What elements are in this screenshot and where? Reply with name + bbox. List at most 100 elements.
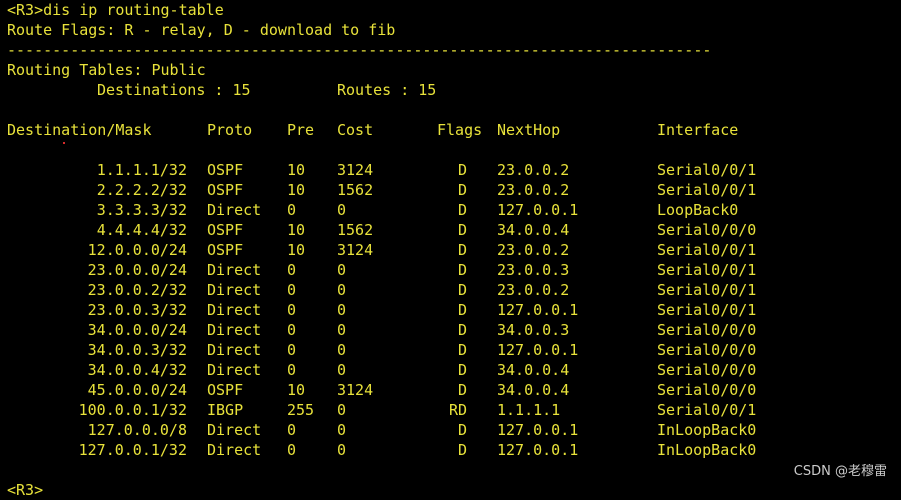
- route-pre: 0: [287, 341, 297, 359]
- route-flags: D: [457, 341, 467, 359]
- route-cost: 0: [337, 261, 347, 279]
- route-proto: OSPF: [207, 181, 244, 199]
- route-pre: 0: [287, 361, 297, 379]
- route-nexthop: 127.0.0.1: [497, 441, 579, 459]
- route-interface: Serial0/0/0: [657, 321, 757, 339]
- route-flags-line: Route Flags: R - relay, D - download to …: [7, 21, 396, 39]
- route-cost: 0: [337, 361, 347, 379]
- route-flags: D: [457, 281, 467, 299]
- route-flags: D: [457, 301, 467, 319]
- final-prompt: <R3>: [7, 481, 44, 499]
- route-pre: 0: [287, 301, 297, 319]
- route-pre: 10: [287, 221, 306, 239]
- route-proto: Direct: [207, 341, 262, 359]
- route-flags: D: [457, 361, 467, 379]
- route-proto: IBGP: [207, 401, 244, 419]
- route-proto: OSPF: [207, 221, 244, 239]
- route-interface: Serial0/0/1: [657, 301, 757, 319]
- routes-count: Routes : 15: [337, 81, 437, 99]
- header-flags: Flags: [437, 121, 483, 139]
- route-interface: Serial0/0/0: [657, 361, 757, 379]
- route-interface: Serial0/0/1: [657, 281, 757, 299]
- route-cost: 3124: [337, 161, 374, 179]
- route-nexthop: 34.0.0.4: [497, 221, 570, 239]
- route-proto: Direct: [207, 261, 262, 279]
- route-nexthop: 34.0.0.3: [497, 321, 570, 339]
- route-cost: 0: [337, 301, 347, 319]
- route-cost: 3124: [337, 241, 374, 259]
- route-flags: D: [457, 421, 467, 439]
- route-nexthop: 127.0.0.1: [497, 341, 579, 359]
- route-flags: D: [457, 381, 467, 399]
- route-interface: Serial0/0/0: [657, 341, 757, 359]
- route-interface: InLoopBack0: [657, 421, 757, 439]
- route-proto: OSPF: [207, 241, 244, 259]
- route-cost: 3124: [337, 381, 374, 399]
- route-destination: 4.4.4.4/32: [96, 221, 187, 239]
- header-nexthop: NextHop: [497, 121, 561, 139]
- route-proto: Direct: [207, 201, 262, 219]
- route-destination: 34.0.0.4/32: [87, 361, 187, 379]
- route-flags: D: [457, 221, 467, 239]
- route-flags: D: [457, 241, 467, 259]
- route-pre: 10: [287, 181, 306, 199]
- route-destination: 2.2.2.2/32: [96, 181, 187, 199]
- route-interface: Serial0/0/1: [657, 261, 757, 279]
- header-destination-mask: Destination/Mask: [7, 121, 152, 139]
- route-cost: 0: [337, 441, 347, 459]
- route-pre: 0: [287, 421, 297, 439]
- route-cost: 0: [337, 201, 347, 219]
- route-interface: Serial0/0/0: [657, 381, 757, 399]
- route-nexthop: 23.0.0.2: [497, 161, 570, 179]
- route-proto: OSPF: [207, 161, 244, 179]
- route-flags: D: [457, 181, 467, 199]
- route-nexthop: 34.0.0.4: [497, 381, 570, 399]
- route-interface: Serial0/0/1: [657, 181, 757, 199]
- route-proto: Direct: [207, 321, 262, 339]
- route-cost: 0: [337, 341, 347, 359]
- route-flags: D: [457, 261, 467, 279]
- route-pre: 0: [287, 201, 297, 219]
- route-proto: Direct: [207, 361, 262, 379]
- route-destination: 23.0.0.3/32: [87, 301, 187, 319]
- destinations-count: Destinations : 15: [97, 81, 251, 99]
- header-cost: Cost: [337, 121, 374, 139]
- route-destination: 1.1.1.1/32: [96, 161, 187, 179]
- route-pre: 255: [287, 401, 315, 419]
- route-interface: InLoopBack0: [657, 441, 757, 459]
- route-destination: 23.0.0.2/32: [87, 281, 187, 299]
- cursor-mark: [63, 142, 65, 144]
- route-nexthop: 127.0.0.1: [497, 201, 579, 219]
- route-cost: 1562: [337, 181, 374, 199]
- route-destination: 45.0.0.0/24: [87, 381, 187, 399]
- route-flags: D: [457, 441, 467, 459]
- route-flags: D: [457, 321, 467, 339]
- route-pre: 10: [287, 381, 306, 399]
- route-cost: 0: [337, 401, 347, 419]
- route-nexthop: 23.0.0.2: [497, 281, 570, 299]
- route-destination: 100.0.0.1/32: [78, 401, 187, 419]
- route-proto: Direct: [207, 441, 262, 459]
- route-proto: Direct: [207, 301, 262, 319]
- route-flags: D: [457, 201, 467, 219]
- separator-line: ----------------------------------------…: [7, 41, 712, 59]
- route-cost: 0: [337, 281, 347, 299]
- route-interface: Serial0/0/1: [657, 161, 757, 179]
- route-pre: 10: [287, 161, 306, 179]
- route-cost: 0: [337, 421, 347, 439]
- route-destination: 3.3.3.3/32: [96, 201, 187, 219]
- route-interface: Serial0/0/1: [657, 241, 757, 259]
- route-interface: Serial0/0/1: [657, 401, 757, 419]
- route-interface: LoopBack0: [657, 201, 739, 219]
- route-pre: 10: [287, 241, 306, 259]
- route-nexthop: 127.0.0.1: [497, 301, 579, 319]
- route-destination: 127.0.0.0/8: [87, 421, 187, 439]
- route-cost: 0: [337, 321, 347, 339]
- terminal-window[interactable]: <R3>dis ip routing-table Route Flags: R …: [0, 0, 901, 499]
- header-pre: Pre: [287, 121, 315, 139]
- route-destination: 127.0.0.1/32: [78, 441, 187, 459]
- route-nexthop: 23.0.0.3: [497, 261, 570, 279]
- route-proto: Direct: [207, 281, 262, 299]
- route-interface: Serial0/0/0: [657, 221, 757, 239]
- route-flags: D: [457, 161, 467, 179]
